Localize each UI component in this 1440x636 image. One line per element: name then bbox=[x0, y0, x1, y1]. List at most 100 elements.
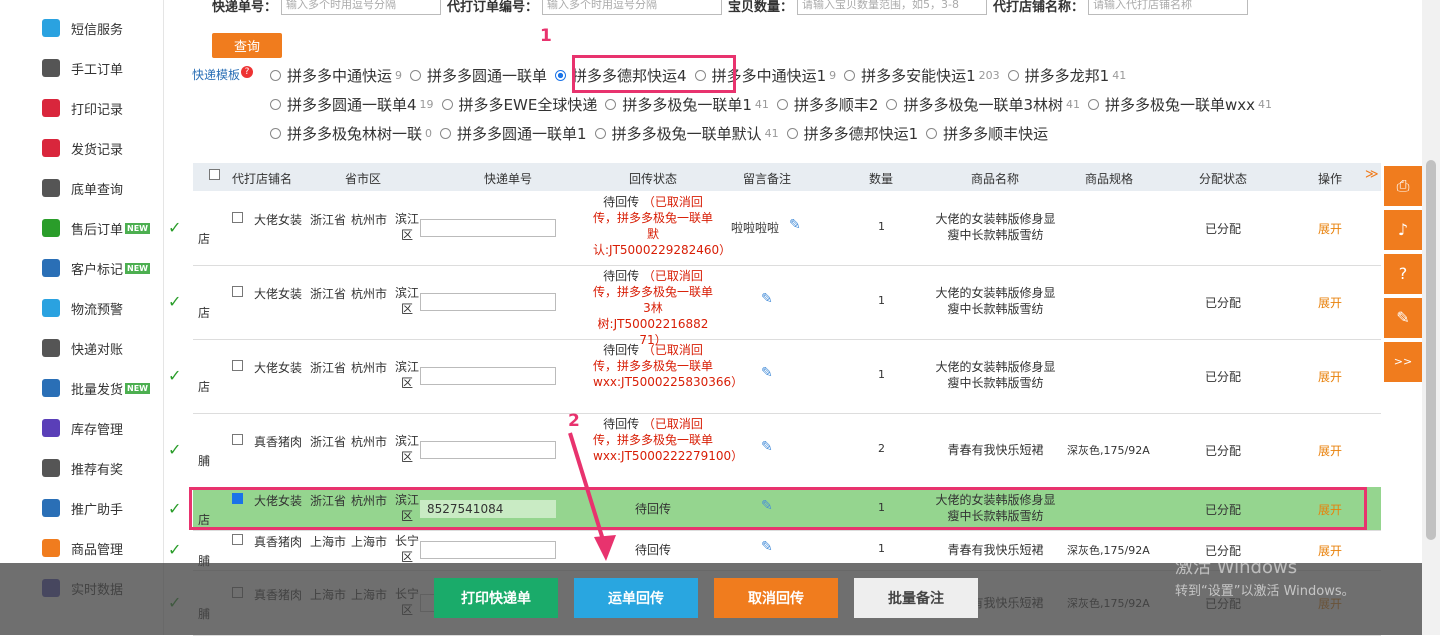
search-input-3[interactable]: 请输入代打店铺名称 bbox=[1088, 0, 1249, 15]
tracking-input[interactable] bbox=[420, 293, 556, 311]
radio-dot[interactable] bbox=[844, 69, 856, 81]
sidebar-item-7[interactable]: 物流预警 bbox=[42, 298, 123, 318]
expand-link[interactable]: 展开 bbox=[1318, 294, 1342, 311]
table-row[interactable]: 大佬女装店 浙江省 杭州市 滨江区 待回传 （已取消回传，拼多多极兔一联单3林树:JT5… bbox=[193, 265, 1381, 347]
scrollbar-thumb[interactable] bbox=[1426, 160, 1436, 540]
help-circle-icon[interactable]: ? bbox=[1384, 254, 1422, 294]
sidebar-item-12[interactable]: 推广助手 bbox=[42, 498, 123, 518]
template-radio[interactable]: 拼多多极兔一联单3林树 41 bbox=[886, 94, 1080, 115]
radio-dot[interactable] bbox=[555, 69, 567, 81]
row-checkbox[interactable] bbox=[232, 534, 243, 545]
sidebar-item-4[interactable]: 底单查询 bbox=[42, 178, 123, 198]
sidebar-item-3[interactable]: 发货记录 bbox=[42, 138, 123, 158]
template-label: 快递模板? bbox=[192, 66, 254, 83]
template-radio[interactable]: 拼多多圆通一联单1 bbox=[440, 123, 587, 144]
template-radio[interactable]: 拼多多极兔一联单1 41 bbox=[605, 94, 769, 115]
template-radio[interactable]: 拼多多极兔一联单默认 41 bbox=[594, 123, 779, 144]
search-input-0[interactable]: 输入多个时用逗号分隔 bbox=[281, 0, 442, 15]
template-radio[interactable]: 拼多多EWE全球快递 bbox=[441, 94, 597, 115]
sidebar-item-8[interactable]: 快递对账 bbox=[42, 338, 123, 358]
bottom-button-2[interactable]: 取消回传 bbox=[714, 578, 838, 618]
sidebar-item-label: 物流预警 bbox=[71, 302, 124, 318]
product-name: 大佬的女装韩版修身显瘦中长款韩版雪纺 bbox=[935, 360, 1056, 390]
pencil-icon[interactable]: ✎ bbox=[761, 539, 773, 555]
sidebar-item-0[interactable]: 短信服务 bbox=[42, 18, 123, 38]
table-row[interactable]: 真香猪肉脯浙江省 杭州市 滨江区 待回传 （已取消回传，拼多多极兔一联单wxx:JT5… bbox=[193, 413, 1381, 488]
sidebar-item-13[interactable]: 商品管理 bbox=[42, 538, 123, 558]
tracking-input[interactable] bbox=[420, 219, 556, 237]
radio-dot[interactable] bbox=[410, 69, 422, 81]
bottom-button-0[interactable]: 打印快递单 bbox=[434, 578, 558, 618]
template-radio[interactable]: 拼多多德邦快运1 bbox=[786, 123, 918, 144]
template-radio[interactable]: 拼多多极兔林树一联 0 bbox=[270, 123, 432, 144]
query-button[interactable]: 查询 bbox=[212, 33, 282, 58]
template-radio[interactable]: 拼多多圆通一联单4 19 bbox=[270, 94, 434, 115]
scrollbar[interactable] bbox=[1422, 0, 1440, 635]
tracking-input[interactable] bbox=[420, 441, 556, 459]
template-radio[interactable]: 拼多多龙邦1 41 bbox=[1007, 65, 1126, 86]
expand-all-icon[interactable]: ≫ bbox=[1365, 167, 1379, 182]
row-checkbox[interactable] bbox=[232, 434, 243, 445]
row-checkbox[interactable] bbox=[232, 360, 243, 371]
radio-dot[interactable] bbox=[926, 127, 938, 139]
radio-dot[interactable] bbox=[1007, 69, 1019, 81]
sidebar-item-11[interactable]: 推荐有奖 bbox=[42, 458, 123, 478]
radio-dot[interactable] bbox=[786, 127, 798, 139]
radio-dot[interactable] bbox=[270, 69, 281, 81]
record-icon bbox=[42, 99, 60, 117]
radio-dot[interactable] bbox=[441, 98, 453, 110]
pencil-icon[interactable]: ✎ bbox=[761, 291, 773, 307]
radio-dot[interactable] bbox=[594, 127, 606, 139]
shop-name: 大佬女装 bbox=[254, 213, 303, 227]
pencil-icon[interactable]: ✎ bbox=[761, 365, 773, 381]
radio-dot[interactable] bbox=[440, 127, 452, 139]
expand-link[interactable]: 展开 bbox=[1318, 542, 1342, 559]
product-spec: 深灰色,175/92A bbox=[1067, 444, 1150, 457]
col-shop: 代打店铺名 bbox=[232, 172, 293, 186]
bell-icon[interactable]: ♪ bbox=[1384, 210, 1422, 250]
bottom-button-3[interactable]: 批量备注 bbox=[854, 578, 978, 618]
sidebar-item-1[interactable]: 手工订单 bbox=[42, 58, 123, 78]
tracking-input[interactable] bbox=[420, 367, 556, 385]
watermark-title: 激活 Windows bbox=[1175, 557, 1298, 578]
select-all-checkbox[interactable] bbox=[209, 169, 220, 180]
expand-link[interactable]: 展开 bbox=[1318, 442, 1342, 459]
row-checkbox[interactable] bbox=[232, 286, 243, 297]
template-radio[interactable]: 拼多多安能快运1 203 bbox=[844, 65, 1000, 86]
template-radio[interactable]: 拼多多圆通一联单 bbox=[410, 65, 547, 86]
radio-dot[interactable] bbox=[270, 127, 281, 139]
row-checkbox[interactable] bbox=[232, 212, 243, 223]
radio-dot[interactable] bbox=[776, 98, 788, 110]
radio-dot[interactable] bbox=[886, 98, 898, 110]
help-icon[interactable]: ? bbox=[241, 66, 254, 78]
expand-link[interactable]: 展开 bbox=[1318, 220, 1342, 237]
radio-dot[interactable] bbox=[270, 98, 281, 110]
shop-name: 真香猪肉 bbox=[254, 435, 303, 449]
check-mark-icon: ✓ bbox=[168, 540, 182, 559]
table-row[interactable]: 大佬女装店 浙江省 杭州市 滨江区 待回传 （已取消回传，拼多多极兔一联单wxx:JT5… bbox=[193, 339, 1381, 414]
radio-dot[interactable] bbox=[605, 98, 617, 110]
template-radio[interactable]: 拼多多顺丰快运 bbox=[926, 123, 1048, 144]
template-radio[interactable]: 拼多多顺丰2 bbox=[776, 94, 878, 115]
sidebar-item-2[interactable]: 打印记录 bbox=[42, 98, 123, 118]
sidebar-item-label: 底单查询 bbox=[71, 182, 124, 198]
sidebar-item-10[interactable]: 库存管理 bbox=[42, 418, 123, 438]
table-row[interactable]: 大佬女装店 浙江省 杭州市 滨江区 待回传 （已取消回传，拼多多极兔一联单默认:JT50… bbox=[193, 191, 1381, 266]
template-radio[interactable]: 拼多多极兔一联单wxx 41 bbox=[1087, 94, 1272, 115]
template-name: 拼多多极兔一联单3林树 bbox=[903, 95, 1063, 114]
edit-note-icon[interactable]: ✎ bbox=[1384, 298, 1422, 338]
expand-link[interactable]: 展开 bbox=[1318, 368, 1342, 385]
pencil-icon[interactable]: ✎ bbox=[789, 217, 801, 233]
template-radio[interactable]: 拼多多中通快运 9 bbox=[270, 65, 402, 86]
search-input-2[interactable]: 请输入宝贝数量范围，如5，3-8 bbox=[797, 0, 988, 15]
sidebar-item-6[interactable]: 客户标记 NEW bbox=[42, 258, 150, 278]
search-input-1[interactable]: 输入多个时用逗号分隔 bbox=[542, 0, 723, 15]
radio-dot[interactable] bbox=[1087, 98, 1099, 110]
print-icon[interactable]: ⎙ bbox=[1384, 166, 1422, 206]
bottom-button-1[interactable]: 运单回传 bbox=[574, 578, 698, 618]
sidebar-item-5[interactable]: 售后订单 NEW bbox=[42, 218, 150, 238]
tracking-input[interactable] bbox=[420, 541, 556, 559]
sidebar-item-9[interactable]: 批量发货 NEW bbox=[42, 378, 150, 398]
collapse-icon[interactable]: >> bbox=[1384, 342, 1422, 382]
pencil-icon[interactable]: ✎ bbox=[761, 439, 773, 455]
